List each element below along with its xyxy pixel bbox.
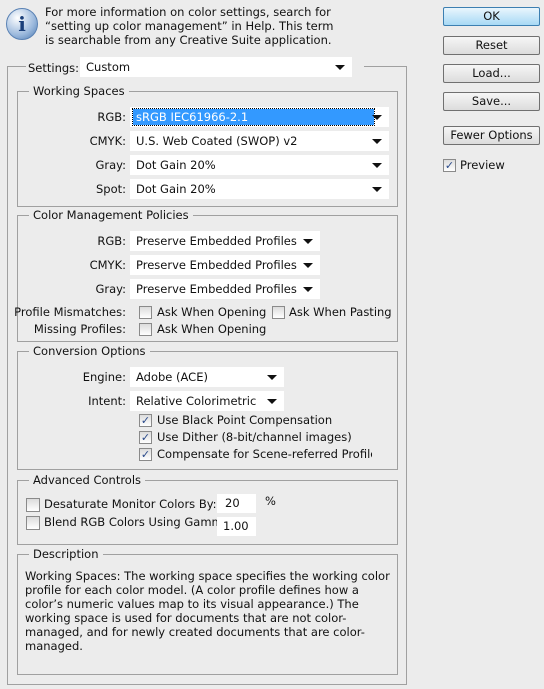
dither-checkbox[interactable]: ✓ [139,431,152,444]
settings-select[interactable]: Custom [80,57,352,77]
dither-label: Use Dither (8-bit/channel images) [157,430,352,444]
scene-label: Compensate for Scene-referred Profiles [157,447,372,461]
description-text: Working Spaces: The working space specif… [25,569,390,653]
ws-rgb-value: sRGB IEC61966-2.1 [132,108,375,126]
load-button[interactable]: Load... [443,64,540,83]
pol-rgb-select[interactable]: Preserve Embedded Profiles [130,231,320,251]
ws-spot-value: Dot Gain 20% [136,182,216,196]
pol-gray-select[interactable]: Preserve Embedded Profiles [130,279,320,299]
ws-gray-value: Dot Gain 20% [136,158,216,172]
chevron-down-icon [372,115,382,120]
desaturate-checkbox[interactable] [26,498,40,512]
chevron-down-icon [303,263,313,268]
settings-label: Settings: [28,61,80,75]
ws-spot-label: Spot: [95,182,126,196]
blend-gamma-checkbox[interactable] [26,516,40,530]
save-button[interactable]: Save... [443,92,540,111]
desaturate-input[interactable]: 20 [217,494,256,513]
desaturate-unit: % [265,494,276,508]
pol-gray-label: Gray: [95,282,126,296]
ok-button[interactable]: OK [443,7,540,26]
scene-checkbox[interactable]: ✓ [139,448,152,461]
ws-cmyk-label: CMYK: [89,134,126,148]
info-icon: i [6,8,38,40]
intent-select[interactable]: Relative Colorimetric [130,391,284,411]
missing-ask-opening-label: Ask When Opening [157,322,267,336]
fewer-options-button[interactable]: Fewer Options [443,126,540,145]
ask-opening-checkbox[interactable] [139,306,152,319]
mismatch-label: Profile Mismatches: [14,305,126,319]
ws-rgb-label: RGB: [97,110,126,124]
engine-label: Engine: [82,370,126,384]
missing-ask-opening-checkbox[interactable] [139,323,152,336]
conversion-title: Conversion Options [29,344,150,358]
pol-cmyk-value: Preserve Embedded Profiles [136,258,297,272]
chevron-down-icon [303,287,313,292]
chevron-down-icon [372,139,382,144]
ws-gray-select[interactable]: Dot Gain 20% [130,155,389,175]
bpc-label: Use Black Point Compensation [157,413,333,427]
ws-gray-label: Gray: [95,158,126,172]
pol-cmyk-label: CMYK: [89,258,126,272]
ask-opening-label: Ask When Opening [157,305,267,319]
chevron-down-icon [335,65,345,70]
intent-value: Relative Colorimetric [136,394,257,408]
pol-rgb-value: Preserve Embedded Profiles [136,234,297,248]
ws-spot-select[interactable]: Dot Gain 20% [130,179,389,199]
preview-checkbox[interactable]: ✓ [443,159,456,172]
intent-label: Intent: [88,394,126,408]
ask-pasting-label: Ask When Pasting [289,305,392,319]
description-title: Description [29,547,103,561]
settings-value: Custom [86,60,131,74]
reset-button[interactable]: Reset [443,36,540,55]
ws-rgb-select[interactable]: sRGB IEC61966-2.1 [130,107,389,127]
desaturate-label: Desaturate Monitor Colors By: [44,497,217,511]
blend-gamma-input[interactable]: 1.00 [217,517,256,536]
preview-label: Preview [460,158,505,172]
chevron-down-icon [372,187,382,192]
chevron-down-icon [267,399,277,404]
blend-gamma-label: Blend RGB Colors Using Gamma: [44,515,234,529]
pol-rgb-label: RGB: [97,234,126,248]
ws-cmyk-select[interactable]: U.S. Web Coated (SWOP) v2 [130,131,389,151]
policies-title: Color Management Policies [29,208,193,222]
chevron-down-icon [303,239,313,244]
pol-cmyk-select[interactable]: Preserve Embedded Profiles [130,255,320,275]
ask-pasting-checkbox[interactable] [272,306,285,319]
engine-value: Adobe (ACE) [136,370,208,384]
info-message: For more information on color settings, … [45,5,334,47]
chevron-down-icon [267,375,277,380]
engine-select[interactable]: Adobe (ACE) [130,367,284,387]
advanced-group [17,480,398,545]
pol-gray-value: Preserve Embedded Profiles [136,282,297,296]
advanced-title: Advanced Controls [29,473,146,487]
working-spaces-title: Working Spaces [29,84,129,98]
chevron-down-icon [372,163,382,168]
bpc-checkbox[interactable]: ✓ [139,414,152,427]
missing-label: Missing Profiles: [33,322,126,336]
ws-cmyk-value: U.S. Web Coated (SWOP) v2 [136,134,298,148]
